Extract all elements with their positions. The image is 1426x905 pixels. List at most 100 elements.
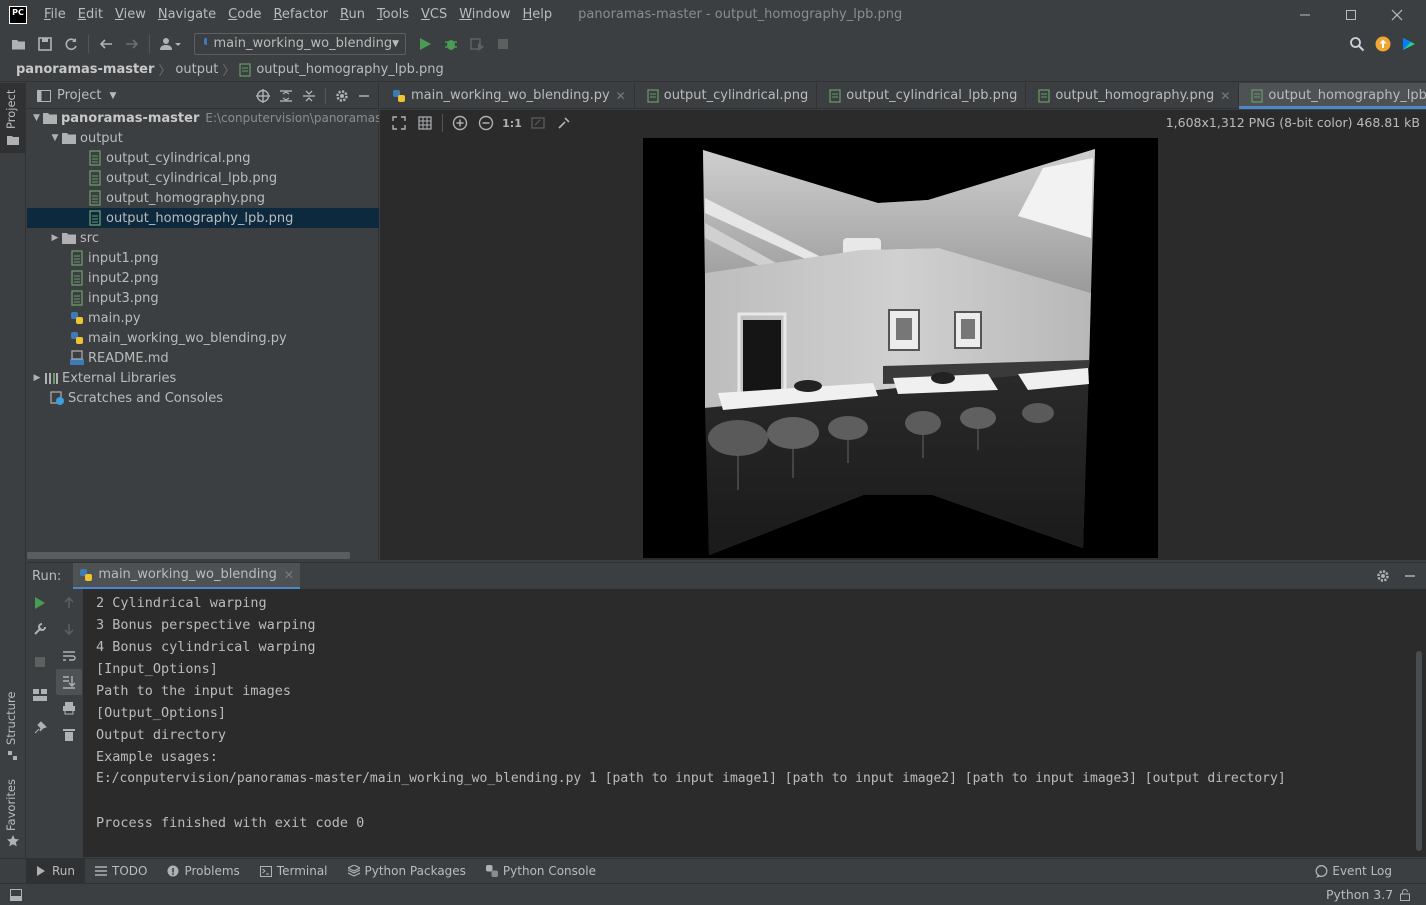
- updates-button[interactable]: [1370, 31, 1396, 57]
- tree-item-output[interactable]: ▼ output: [27, 128, 379, 148]
- arrow-up-icon: [64, 597, 74, 608]
- project-title[interactable]: Project: [57, 88, 101, 103]
- horizontal-scrollbar[interactable]: [27, 552, 350, 559]
- tree-item-src[interactable]: ▶ src: [27, 228, 379, 248]
- tree-item-file[interactable]: main.py: [27, 308, 379, 328]
- debug-button[interactable]: [438, 31, 464, 57]
- print-button[interactable]: [56, 695, 82, 721]
- terminal-tool-button[interactable]: Terminal: [250, 859, 338, 884]
- tree-root[interactable]: ▼ panoramas-master E:\conputervision\pan…: [27, 108, 379, 128]
- menu-edit[interactable]: Edit: [72, 0, 109, 29]
- tree-item-label: output_cylindrical_lpb.png: [106, 170, 278, 186]
- gear-icon[interactable]: [335, 89, 349, 103]
- run-tab[interactable]: main_working_wo_blending ✕: [73, 562, 300, 590]
- editor-tab[interactable]: output_cylindrical.png: [635, 83, 818, 108]
- tree-item-file[interactable]: input2.png: [27, 268, 379, 288]
- layout-button[interactable]: [27, 682, 53, 708]
- soft-wrap-button[interactable]: [56, 643, 82, 669]
- problems-tool-button[interactable]: Problems: [157, 859, 249, 884]
- menu-run[interactable]: Run: [334, 0, 371, 29]
- edit-configuration-button[interactable]: [27, 616, 53, 642]
- scroll-to-end-button[interactable]: [56, 669, 82, 695]
- chevron-down-icon[interactable]: ▼: [109, 91, 116, 101]
- menu-help[interactable]: Help: [517, 0, 559, 29]
- rerun-button[interactable]: [27, 590, 53, 616]
- menu-vcs[interactable]: VCS: [415, 0, 453, 29]
- tree-item-file[interactable]: input1.png: [27, 248, 379, 268]
- tree-item-file[interactable]: output_cylindrical.png: [27, 148, 379, 168]
- menu-navigate[interactable]: Navigate: [152, 0, 222, 29]
- menu-tools[interactable]: Tools: [371, 0, 415, 29]
- python-packages-tool-button[interactable]: Python Packages: [338, 859, 476, 884]
- tree-item-file[interactable]: main_working_wo_blending.py: [27, 328, 379, 348]
- todo-tool-button[interactable]: TODO: [85, 859, 157, 884]
- minimize-panel-icon[interactable]: [358, 90, 370, 102]
- lock-icon[interactable]: [1400, 889, 1410, 901]
- menu-window[interactable]: Window: [453, 0, 516, 29]
- tree-item-file[interactable]: README.md: [27, 348, 379, 368]
- editor-tab[interactable]: output_cylindrical_lpb.png: [817, 83, 1027, 108]
- minimize-button[interactable]: [1282, 0, 1328, 29]
- expand-all-icon[interactable]: [279, 89, 293, 103]
- menu-file[interactable]: File: [38, 0, 72, 29]
- open-folder-button[interactable]: [6, 31, 32, 57]
- editor-tab[interactable]: output_homography.png ✕: [1026, 83, 1240, 108]
- python-interpreter-widget[interactable]: Python 3.7: [1326, 887, 1393, 902]
- pin-tab-button[interactable]: [27, 715, 53, 741]
- structure-stripe-button[interactable]: Structure: [0, 683, 26, 765]
- run-console-output[interactable]: 2 Cylindrical warping 3 Bonus perspectiv…: [83, 589, 1426, 857]
- fit-zoom-button[interactable]: [386, 110, 412, 136]
- back-button[interactable]: [93, 31, 119, 57]
- tree-item-external-libraries[interactable]: ▶ External Libraries: [27, 368, 379, 388]
- close-tab-icon[interactable]: ✕: [1220, 89, 1230, 103]
- console-scrollbar[interactable]: [1416, 651, 1422, 851]
- forward-button[interactable]: [119, 31, 145, 57]
- gear-icon[interactable]: [1376, 569, 1390, 583]
- close-tab-icon[interactable]: ✕: [616, 89, 626, 103]
- editor-tab[interactable]: main_working_wo_blending.py ✕: [380, 83, 635, 108]
- tree-item-file-selected[interactable]: output_homography_lpb.png: [27, 208, 379, 228]
- breadcrumb-folder[interactable]: output: [175, 62, 218, 77]
- breadcrumb-file[interactable]: output_homography_lpb.png: [256, 62, 443, 77]
- project-stripe-button[interactable]: Project: [0, 83, 26, 153]
- actual-size-button[interactable]: 1:1: [499, 110, 525, 136]
- breadcrumb-project[interactable]: panoramas-master: [16, 62, 154, 77]
- color-picker-button[interactable]: [551, 110, 577, 136]
- stop-button[interactable]: [490, 31, 516, 57]
- tree-item-file[interactable]: input3.png: [27, 288, 379, 308]
- coverage-button[interactable]: [464, 31, 490, 57]
- save-all-button[interactable]: [32, 31, 58, 57]
- minimize-panel-icon[interactable]: [1404, 570, 1416, 582]
- python-console-tool-button[interactable]: Python Console: [476, 859, 606, 884]
- run-configuration-select[interactable]: main_working_wo_blending ▼: [194, 32, 406, 55]
- maximize-button[interactable]: [1328, 0, 1374, 29]
- stop-process-button[interactable]: [27, 649, 53, 675]
- locate-icon[interactable]: [256, 88, 270, 103]
- toggle-tool-windows-icon[interactable]: [10, 889, 22, 901]
- search-everywhere-button[interactable]: [1344, 31, 1370, 57]
- menu-code[interactable]: Code: [222, 0, 267, 29]
- scroll-up-button[interactable]: [56, 590, 82, 616]
- clear-all-button[interactable]: [56, 721, 82, 747]
- run-button[interactable]: [412, 31, 438, 57]
- zoom-in-button[interactable]: [447, 110, 473, 136]
- zoom-out-button[interactable]: [473, 110, 499, 136]
- tree-item-file[interactable]: output_cylindrical_lpb.png: [27, 168, 379, 188]
- menu-refactor[interactable]: Refactor: [267, 0, 334, 29]
- menu-view[interactable]: View: [109, 0, 152, 29]
- editor-tab-active[interactable]: output_homography_lpb.png ✕: [1239, 83, 1426, 109]
- collapse-all-icon[interactable]: [302, 89, 316, 103]
- grid-toggle-button[interactable]: [412, 110, 438, 136]
- close-window-button[interactable]: [1374, 0, 1420, 29]
- close-tab-icon[interactable]: ✕: [284, 568, 294, 582]
- sync-button[interactable]: [58, 31, 84, 57]
- run-tool-button[interactable]: Run: [26, 858, 86, 884]
- tree-item-scratches[interactable]: Scratches and Consoles: [27, 388, 379, 408]
- scroll-down-button[interactable]: [56, 616, 82, 642]
- fit-window-button[interactable]: [525, 110, 551, 136]
- code-with-me-button[interactable]: [1396, 31, 1422, 57]
- event-log-button[interactable]: Event Log: [1305, 859, 1402, 884]
- vcs-user-button[interactable]: [154, 31, 188, 57]
- favorites-stripe-button[interactable]: Favorites: [0, 773, 26, 851]
- tree-item-file[interactable]: output_homography.png: [27, 188, 379, 208]
